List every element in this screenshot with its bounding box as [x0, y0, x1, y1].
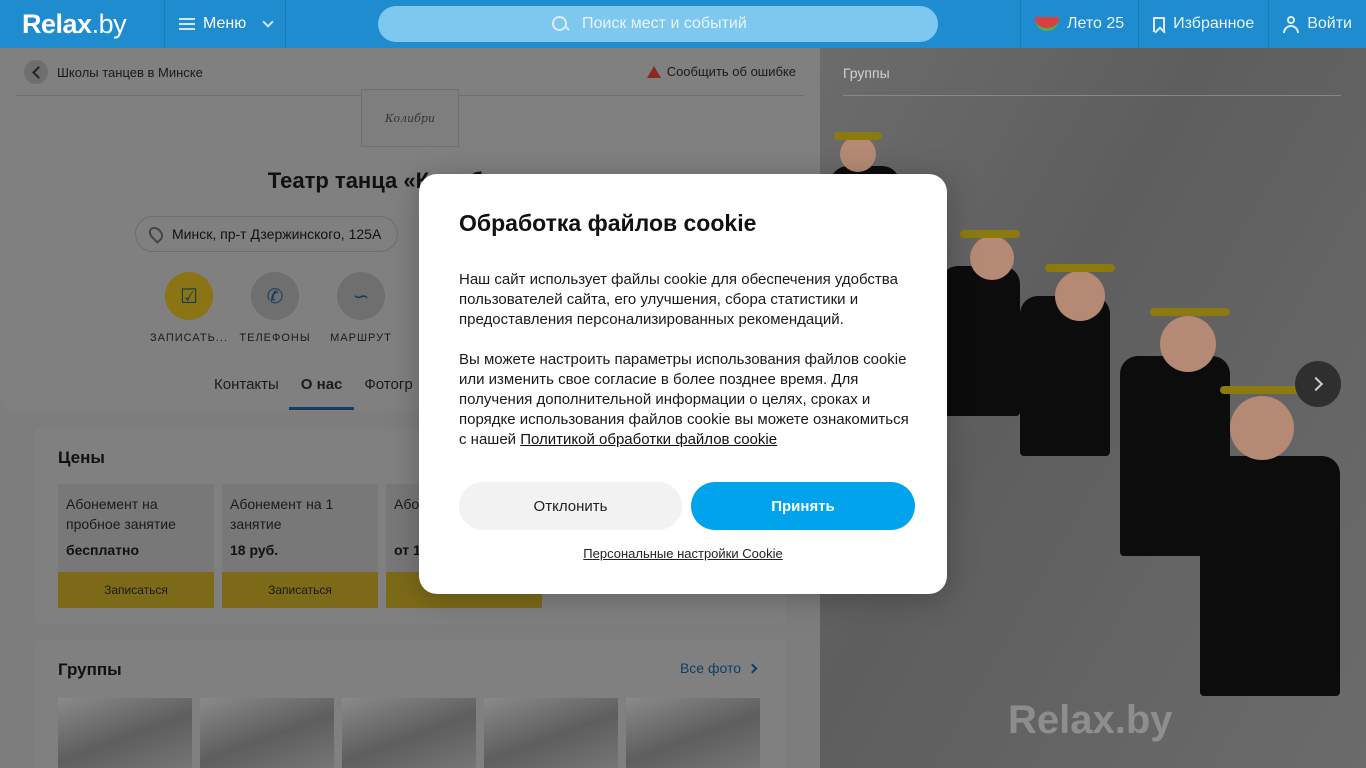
logo-text: Relax [22, 8, 92, 39]
photo-shape [940, 266, 1020, 416]
summer-label: Лето 25 [1066, 15, 1125, 32]
accept-button[interactable]: Принять [691, 482, 915, 530]
watermark: Relax.by [1008, 698, 1173, 742]
groups-title: Группы [58, 660, 122, 679]
favorites-label: Избранное [1173, 15, 1255, 32]
tab-contacts[interactable]: Контакты [214, 372, 289, 410]
tab-about[interactable]: О нас [288, 372, 355, 410]
chevron-down-icon [262, 16, 274, 28]
action-label: МАРШРУТ [330, 332, 392, 344]
hamburger-icon [179, 18, 195, 30]
address-text: Минск, пр-т Дзержинского, 125А [172, 226, 382, 242]
favorites-link[interactable]: Избранное [1138, 0, 1268, 48]
user-icon [1283, 16, 1300, 33]
photo-shape [840, 136, 876, 172]
signup-button[interactable]: Записаться [58, 572, 214, 608]
menu-label: Меню [203, 15, 247, 32]
cookie-dialog-text: Наш сайт использует файлы cookie для обе… [459, 270, 915, 470]
bookmark-icon [1153, 16, 1166, 32]
action-route[interactable]: ∽ МАРШРУТ [327, 272, 395, 344]
login-link[interactable]: Войти [1268, 0, 1366, 48]
summer-link[interactable]: Лето 25 [1019, 0, 1138, 48]
search-icon [552, 16, 568, 32]
photo-shape [1230, 396, 1294, 460]
group-photo-thumb[interactable] [342, 698, 476, 768]
place-logo-text: Колибри [384, 111, 436, 125]
groups-section: Группы Все фото [34, 640, 786, 768]
action-label: ТЕЛЕФОНЫ [239, 332, 311, 344]
route-icon: ∽ [337, 272, 385, 320]
search-input[interactable]: Поиск мест и событий [378, 6, 938, 42]
menu-button[interactable]: Меню [165, 0, 286, 48]
place-tabs: Контакты О нас Фотогр [214, 372, 423, 410]
cookie-settings-link[interactable]: Персональные настройки Cookie [419, 546, 947, 561]
gallery-next-button[interactable] [1295, 361, 1341, 407]
action-signup[interactable]: ☑ ЗАПИСАТЬ... [150, 272, 227, 344]
report-error-label: Сообщить об ошибке [666, 64, 796, 79]
photo-shape [1045, 264, 1115, 272]
decline-button[interactable]: Отклонить [459, 482, 682, 530]
login-label: Войти [1307, 15, 1352, 32]
place-logo: Колибри [361, 89, 459, 147]
group-photo-thumb[interactable] [58, 698, 192, 768]
top-navigation-bar: Relax .by Меню Поиск мест и событий Лето … [0, 0, 1366, 48]
prices-title: Цены [58, 448, 105, 467]
cookie-paragraph: Вы можете настроить параметры использова… [459, 350, 915, 450]
signup-button[interactable]: Записаться [222, 572, 378, 608]
breadcrumb-label[interactable]: Школы танцев в Минске [57, 65, 203, 80]
price-card: Абонемент на пробное занятие бесплатно З… [58, 484, 214, 608]
breadcrumb[interactable]: Школы танцев в Минске [24, 60, 203, 84]
tab-photos[interactable]: Фотогр [354, 372, 422, 410]
photo-shape [970, 236, 1014, 280]
watermelon-icon [1034, 17, 1059, 31]
photo-shape [1160, 316, 1216, 372]
header-actions: Лето 25 Избранное Войти [1019, 0, 1366, 48]
photo-shape [960, 230, 1020, 238]
cookie-paragraph: Наш сайт использует файлы cookie для обе… [459, 271, 898, 328]
price-value: бесплатно [66, 542, 140, 558]
photo-shape [1200, 456, 1340, 696]
price-value: 18 руб. [230, 542, 279, 558]
site-logo[interactable]: Relax .by [0, 0, 165, 48]
group-photo-thumb[interactable] [626, 698, 760, 768]
chevron-right-icon [747, 663, 758, 673]
group-photo-thumb[interactable] [200, 698, 334, 768]
address-chip[interactable]: Минск, пр-т Дзержинского, 125А [135, 216, 399, 252]
price-name: Абонемент на 1 занятие [230, 496, 334, 532]
all-photos-link[interactable]: Все фото [679, 660, 758, 676]
group-thumbnails [58, 698, 760, 768]
back-arrow-icon[interactable] [24, 60, 48, 84]
report-error-link[interactable]: Сообщить об ошибке [646, 64, 796, 79]
price-name: Абонемент на пробное занятие [66, 496, 176, 532]
action-phones[interactable]: ✆ ТЕЛЕФОНЫ [239, 272, 311, 344]
action-label: ЗАПИСАТЬ... [150, 332, 228, 344]
price-card: Абонемент на 1 занятие 18 руб. Записатьс… [222, 484, 378, 608]
photo-shape [1150, 308, 1230, 316]
photo-shape [1020, 296, 1110, 456]
logo-suffix: .by [91, 8, 127, 39]
group-photo-thumb[interactable] [484, 698, 618, 768]
cookie-dialog-title: Обработка файлов cookie [459, 210, 757, 236]
search-placeholder: Поиск мест и событий [582, 15, 747, 32]
cookie-consent-dialog: Обработка файлов cookie Наш сайт использ… [419, 174, 947, 594]
gallery-title: Группы [843, 65, 890, 81]
photo-shape [1055, 271, 1105, 321]
phone-icon: ✆ [251, 272, 299, 320]
map-pin-icon [146, 224, 166, 244]
price-value: от 1 [394, 542, 421, 558]
warning-icon [646, 65, 661, 78]
calendar-check-icon: ☑ [165, 272, 213, 320]
cookie-policy-link[interactable]: Политикой обработки файлов cookie [520, 431, 777, 448]
photo-shape [834, 132, 882, 140]
all-photos-label: Все фото [679, 660, 741, 676]
